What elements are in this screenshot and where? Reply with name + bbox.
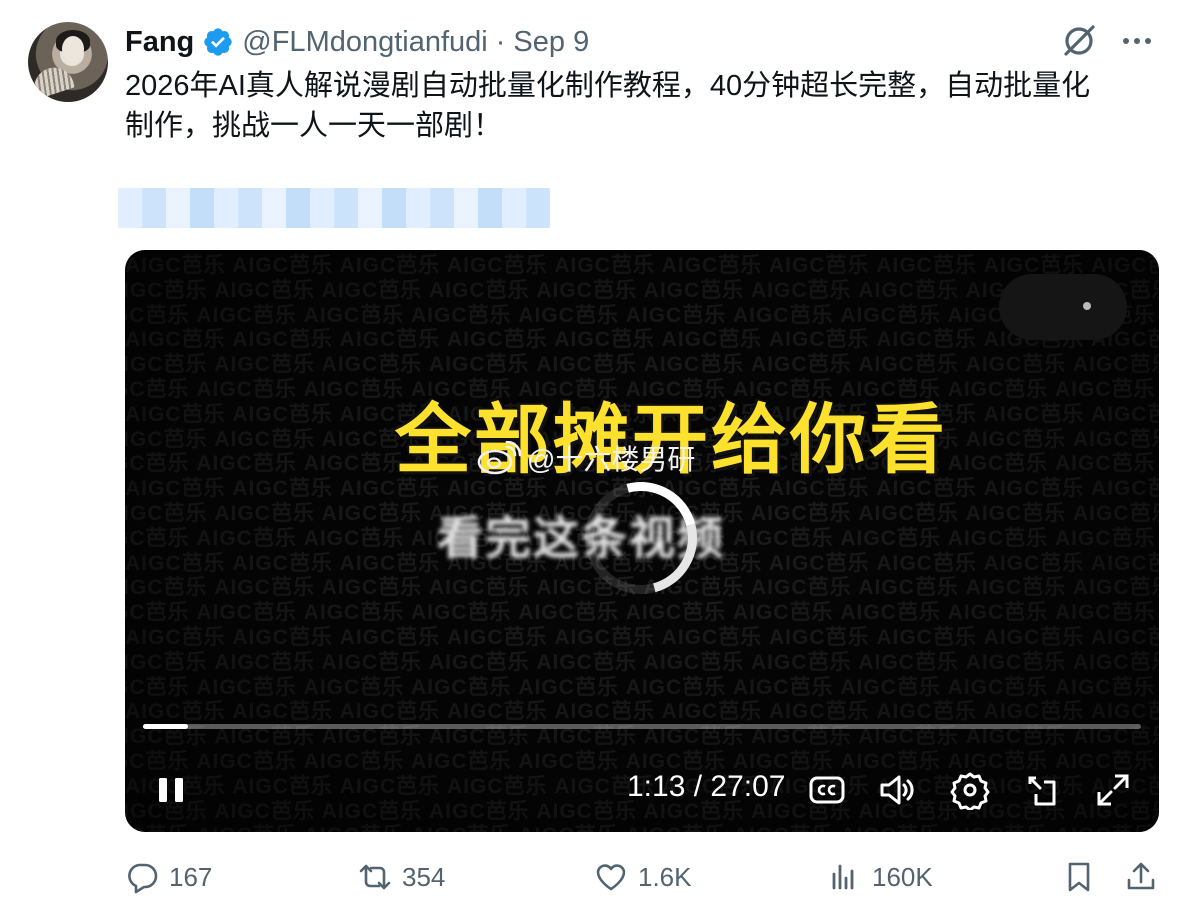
share-icon xyxy=(1127,862,1155,890)
views-count: 160K xyxy=(872,861,933,892)
avatar-face xyxy=(62,36,84,62)
reply-icon xyxy=(128,863,158,894)
like-count: 1.6K xyxy=(638,861,692,892)
bookmark-icon xyxy=(1068,862,1090,892)
header-actions xyxy=(1060,22,1154,60)
like-button[interactable]: 1.6K xyxy=(594,860,692,894)
blurred-link xyxy=(118,188,550,228)
avatar[interactable] xyxy=(28,22,108,102)
settings-icon[interactable] xyxy=(950,770,990,810)
tweet-header: Fang @FLMdongtianfudi · Sep 9 xyxy=(125,24,589,60)
pip-icon[interactable] xyxy=(1022,770,1062,810)
share-button[interactable] xyxy=(1124,860,1158,894)
tweet-text: 2026年AI真人解说漫剧自动批量化制作教程，40分钟超长完整，自动批量化 制作… xyxy=(125,70,1091,142)
header-separator: · xyxy=(495,25,506,58)
weibo-handle: @十六楼男研 xyxy=(527,444,696,475)
tweet-actions: 167 354 1.6K 160K xyxy=(0,856,1194,902)
progress-fill xyxy=(143,724,188,729)
author-handle[interactable]: @FLMdongtianfudi xyxy=(242,26,487,59)
avatar-fan xyxy=(28,62,76,100)
fullscreen-icon[interactable] xyxy=(1093,770,1133,810)
time-separator: / xyxy=(693,770,703,803)
repost-icon xyxy=(359,864,391,890)
volume-icon[interactable] xyxy=(877,770,917,810)
progress-bar[interactable] xyxy=(143,724,1141,729)
author-name[interactable]: Fang xyxy=(125,26,194,59)
views-button[interactable]: 160K xyxy=(828,860,933,894)
reply-button[interactable]: 167 xyxy=(125,860,212,894)
reply-count: 167 xyxy=(169,861,213,892)
captions-icon[interactable] xyxy=(807,770,847,810)
weibo-watermark: @十六楼男研 xyxy=(477,438,695,478)
current-time: 1:13 xyxy=(627,770,686,803)
grok-icon[interactable] xyxy=(1060,22,1098,60)
like-icon xyxy=(596,864,626,891)
views-icon xyxy=(832,864,854,890)
weibo-icon xyxy=(477,441,521,475)
pause-icon[interactable] xyxy=(155,774,187,806)
tweet-date[interactable]: Sep 9 xyxy=(513,26,589,59)
bookmark-button[interactable] xyxy=(1062,860,1096,894)
time-display: 1:13 / 27:07 xyxy=(627,770,786,804)
repost-count: 354 xyxy=(402,861,446,892)
duration: 27:07 xyxy=(710,770,786,803)
video-player[interactable]: AIGC芭乐 AIGC芭乐 AIGC芭乐 AIGC芭乐 AIGC芭乐 AIGC芭… xyxy=(125,250,1159,832)
more-icon[interactable] xyxy=(1120,24,1154,58)
blurred-overlay xyxy=(999,274,1127,340)
repost-button[interactable]: 354 xyxy=(358,860,445,894)
verified-badge-icon xyxy=(204,28,232,56)
video-controls: 1:13 / 27:07 xyxy=(125,762,1159,814)
